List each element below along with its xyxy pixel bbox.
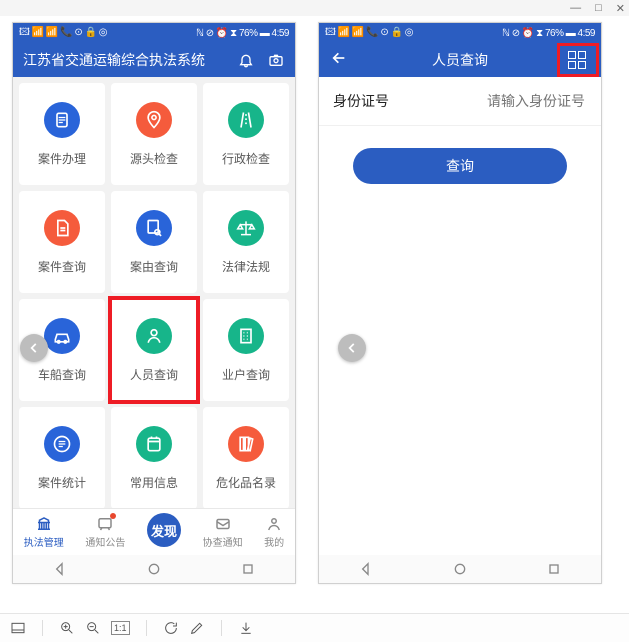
nav-icon <box>35 515 53 533</box>
app-header: 江苏省交通运输综合执法系统 <box>13 43 295 77</box>
window-minimize[interactable]: — <box>570 2 581 14</box>
tile-7[interactable]: 人员查询 <box>111 299 197 401</box>
tile-label: 业户查询 <box>222 366 270 383</box>
tile-label: 源头检查 <box>130 150 178 167</box>
scale-label[interactable]: 1:1 <box>111 621 130 635</box>
form-body: 身份证号 查询 <box>319 77 601 555</box>
tile-icon <box>44 318 80 354</box>
android-back-icon[interactable] <box>358 561 374 577</box>
tile-1[interactable]: 源头检查 <box>111 83 197 185</box>
bottom-nav: 执法管理 通知公告 发现协查通知 我的 <box>13 508 295 555</box>
id-input[interactable] <box>402 92 587 110</box>
highlight-qr <box>557 43 599 77</box>
status-left-icons: 🖾 📶 📶 📞 ⊙ 🔒 ◎ <box>19 25 107 42</box>
android-recent-icon[interactable] <box>546 561 562 577</box>
tile-icon <box>44 102 80 138</box>
nav-item-3[interactable]: 协查通知 <box>203 515 243 549</box>
tile-9[interactable]: 案件统计 <box>19 407 105 508</box>
tile-icon <box>136 102 172 138</box>
tile-icon <box>44 426 80 462</box>
tile-label: 常用信息 <box>130 474 178 491</box>
android-nav <box>13 555 295 583</box>
nav-center-discover[interactable]: 发现 <box>147 513 181 547</box>
query-button[interactable]: 查询 <box>353 148 567 184</box>
app-header: 人员查询 <box>319 43 601 77</box>
tile-icon <box>228 426 264 462</box>
nav-label: 协查通知 <box>203 534 243 549</box>
tile-icon <box>228 210 264 246</box>
tile-icon <box>136 426 172 462</box>
nav-label: 执法管理 <box>24 534 64 549</box>
side-prev-arrow-icon[interactable] <box>20 334 48 362</box>
side-prev-arrow-icon[interactable] <box>338 334 366 362</box>
viewer-toolbar: 1:1 <box>0 613 629 642</box>
tile-label: 案由查询 <box>130 258 178 275</box>
android-back-icon[interactable] <box>52 561 68 577</box>
status-bar: 🖾 📶 📶 📞 ⊙ 🔒 ◎ ℕ ⊘ ⏰ ⧗ 76% ▬ 4:59 <box>319 23 601 43</box>
tile-label: 危化品名录 <box>216 474 276 491</box>
nav-label: 通知公告 <box>85 534 125 549</box>
tile-3[interactable]: 案件查询 <box>19 191 105 293</box>
camera-icon[interactable] <box>267 51 285 69</box>
status-right-icons: ℕ ⊘ ⏰ ⧗ 76% ▬ 4:59 <box>502 28 595 39</box>
tile-grid-container: 案件办理 源头检查 行政检查案件查询 案由查询 法律法规车船查询 人员查询 业户查询案件统计… <box>13 77 295 508</box>
tile-5[interactable]: 法律法规 <box>203 191 289 293</box>
android-recent-icon[interactable] <box>240 561 256 577</box>
nav-item-1[interactable]: 通知公告 <box>85 515 125 549</box>
tile-0[interactable]: 案件办理 <box>19 83 105 185</box>
tile-label: 车船查询 <box>38 366 86 383</box>
tile-8[interactable]: 业户查询 <box>203 299 289 401</box>
nav-item-4[interactable]: 我的 <box>264 515 284 549</box>
tile-icon <box>136 210 172 246</box>
android-home-icon[interactable] <box>146 561 162 577</box>
zoom-in-icon[interactable] <box>59 620 75 636</box>
nav-label: 我的 <box>264 534 284 549</box>
back-arrow-icon[interactable] <box>331 50 347 71</box>
app-title: 江苏省交通运输综合执法系统 <box>23 50 237 70</box>
id-number-row[interactable]: 身份证号 <box>319 77 601 126</box>
bell-icon[interactable] <box>237 51 255 69</box>
phone-left: 🖾 📶 📶 📞 ⊙ 🔒 ◎ ℕ ⊘ ⏰ ⧗ 76% ▬ 4:59 江苏省交通运输… <box>12 22 296 584</box>
tile-10[interactable]: 常用信息 <box>111 407 197 508</box>
tile-icon <box>136 318 172 354</box>
tile-label: 法律法规 <box>222 258 270 275</box>
status-right-icons: ℕ ⊘ ⏰ ⧗ 76% ▬ 4:59 <box>196 28 289 39</box>
tile-4[interactable]: 案由查询 <box>111 191 197 293</box>
page-title: 人员查询 <box>432 50 488 70</box>
rotate-icon[interactable] <box>163 620 179 636</box>
layout-icon[interactable] <box>10 620 26 636</box>
tile-label: 案件统计 <box>38 474 86 491</box>
tile-icon <box>228 318 264 354</box>
window-close[interactable]: ✕ <box>616 2 625 15</box>
nav-item-0[interactable]: 执法管理 <box>24 515 64 549</box>
nav-icon <box>265 515 283 533</box>
tile-icon <box>228 102 264 138</box>
tile-11[interactable]: 危化品名录 <box>203 407 289 508</box>
nav-icon <box>214 515 232 533</box>
nav-icon <box>96 515 114 533</box>
status-bar: 🖾 📶 📶 📞 ⊙ 🔒 ◎ ℕ ⊘ ⏰ ⧗ 76% ▬ 4:59 <box>13 23 295 43</box>
phone-right: 🖾 📶 📶 📞 ⊙ 🔒 ◎ ℕ ⊘ ⏰ ⧗ 76% ▬ 4:59 人员查询 身份… <box>318 22 602 584</box>
zoom-out-icon[interactable] <box>85 620 101 636</box>
tile-label: 案件查询 <box>38 258 86 275</box>
tile-2[interactable]: 行政检查 <box>203 83 289 185</box>
edit-icon[interactable] <box>189 620 205 636</box>
notification-dot <box>110 513 116 519</box>
status-left-icons: 🖾 📶 📶 📞 ⊙ 🔒 ◎ <box>325 25 413 42</box>
tile-label: 行政检查 <box>222 150 270 167</box>
android-nav <box>319 555 601 583</box>
tile-label: 人员查询 <box>130 366 178 383</box>
id-label: 身份证号 <box>333 91 392 111</box>
tile-icon <box>44 210 80 246</box>
tile-label: 案件办理 <box>38 150 86 167</box>
window-maximize[interactable]: □ <box>595 2 602 14</box>
window-titlebar: — □ ✕ <box>0 0 629 17</box>
download-icon[interactable] <box>238 620 254 636</box>
android-home-icon[interactable] <box>452 561 468 577</box>
